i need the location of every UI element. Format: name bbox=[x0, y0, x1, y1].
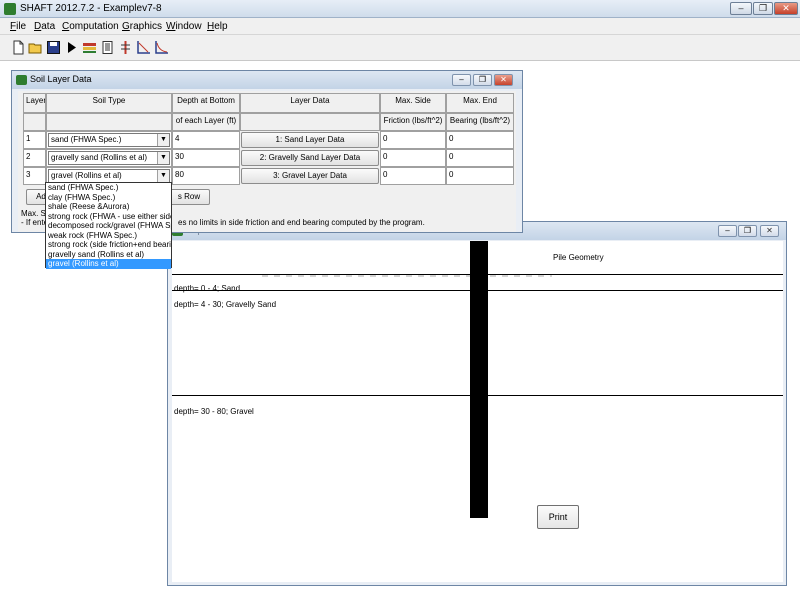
menu-computation[interactable]: Computation bbox=[62, 21, 119, 32]
soil-type-dropdown-list[interactable]: sand (FHWA Spec.) clay (FHWA Spec.) shal… bbox=[45, 182, 172, 269]
row1-layer: 1 bbox=[23, 131, 46, 149]
option-gravelly-sand[interactable]: gravelly sand (Rollins et al) bbox=[46, 250, 171, 260]
layer-label-gravel: depth= 30 - 80; Gravel bbox=[174, 407, 254, 416]
header-side-2: Friction (lbs/ft^2) bbox=[380, 113, 446, 131]
drilled-shaft bbox=[470, 241, 488, 518]
soil-window-icon bbox=[16, 75, 27, 85]
sand-layer-data-button[interactable]: 1: Sand Layer Data bbox=[241, 132, 379, 148]
row3-soil-type-select[interactable]: gravel (Rollins et al) ▼ bbox=[48, 169, 170, 183]
row3-layer: 3 bbox=[23, 167, 46, 185]
header-side-1: Max. Side bbox=[380, 93, 446, 113]
plot-title: Pile Geometry bbox=[553, 253, 604, 262]
menu-graphics[interactable]: Graphics bbox=[122, 21, 162, 32]
toolbar bbox=[0, 35, 800, 61]
soil-window-titlebar[interactable]: Soil Layer Data – ❐ ✕ bbox=[12, 71, 522, 89]
row2-layer: 2 bbox=[23, 149, 46, 167]
note-max-side: Max. S bbox=[21, 209, 46, 218]
depth-restore-button[interactable]: ❐ bbox=[738, 225, 757, 237]
option-strong-rock-side[interactable]: strong rock (side friction+end bearing bbox=[46, 240, 171, 250]
chevron-down-icon[interactable]: ▼ bbox=[157, 134, 169, 146]
soil-minimize-button[interactable]: – bbox=[452, 74, 471, 86]
curve-icon[interactable] bbox=[153, 39, 170, 56]
header-layer: Layer bbox=[23, 93, 46, 113]
header-depth-2: of each Layer (ft) bbox=[172, 113, 240, 131]
depth-close-button[interactable]: ✕ bbox=[760, 225, 779, 237]
option-shale[interactable]: shale (Reese &Aurora) bbox=[46, 202, 171, 212]
row2-side-friction[interactable]: 0 bbox=[380, 149, 446, 167]
option-weak-rock[interactable]: weak rock (FHWA Spec.) bbox=[46, 231, 171, 241]
option-clay-fhwa[interactable]: clay (FHWA Spec.) bbox=[46, 193, 171, 203]
depth-minimize-button[interactable]: – bbox=[718, 225, 737, 237]
minimize-button[interactable]: – bbox=[730, 2, 752, 15]
header-depth-1: Depth at Bottom bbox=[172, 93, 240, 113]
restore-button[interactable]: ❐ bbox=[753, 2, 773, 15]
menu-window[interactable]: Window bbox=[166, 21, 202, 32]
print-button[interactable]: Print bbox=[537, 505, 579, 529]
note-limits: es no limits in side friction and end be… bbox=[178, 218, 425, 227]
menu-file-rest: ile bbox=[16, 21, 27, 32]
open-folder-icon[interactable] bbox=[27, 39, 44, 56]
close-button[interactable]: ✕ bbox=[774, 2, 798, 15]
header-soil-type: Soil Type bbox=[46, 93, 172, 113]
option-decomposed-rock[interactable]: decomposed rock/gravel (FHWA Sp bbox=[46, 221, 171, 231]
row1-side-friction[interactable]: 0 bbox=[380, 131, 446, 149]
header-soil-type-blank bbox=[46, 113, 172, 131]
menu-bar: File Data Computation Graphics Window He… bbox=[0, 18, 800, 35]
chevron-down-icon[interactable]: ▼ bbox=[157, 170, 169, 182]
row1-depth[interactable]: 4 bbox=[172, 131, 240, 149]
gravelly-sand-layer-data-button[interactable]: 2: Gravelly Sand Layer Data bbox=[241, 150, 379, 166]
layer-label-gravelly-sand: depth= 4 - 30; Gravelly Sand bbox=[174, 300, 277, 309]
depth-window[interactable]: Depth Ge – ❐ ✕ Pile Geometry depth= 0 - … bbox=[167, 221, 787, 586]
soil-restore-button[interactable]: ❐ bbox=[473, 74, 492, 86]
save-icon[interactable] bbox=[45, 39, 62, 56]
load-icon[interactable] bbox=[117, 39, 134, 56]
header-layer-data: Layer Data bbox=[240, 93, 380, 113]
gravel-layer-data-button[interactable]: 3: Gravel Layer Data bbox=[241, 168, 379, 184]
app-title: SHAFT 2012.7.2 - Examplev7-8 bbox=[20, 3, 162, 14]
graph-icon[interactable] bbox=[135, 39, 152, 56]
header-layer-blank bbox=[23, 113, 46, 131]
row3-side-friction[interactable]: 0 bbox=[380, 167, 446, 185]
soil-close-button[interactable]: ✕ bbox=[494, 74, 513, 86]
pile-geometry-plot: Pile Geometry depth= 0 - 4; Sand depth= … bbox=[172, 241, 783, 582]
app-titlebar: SHAFT 2012.7.2 - Examplev7-8 – ❐ ✕ bbox=[0, 0, 800, 18]
option-sand-fhwa[interactable]: sand (FHWA Spec.) bbox=[46, 183, 171, 193]
chevron-down-icon[interactable]: ▼ bbox=[157, 152, 169, 164]
row3-depth[interactable]: 80 bbox=[172, 167, 240, 185]
row3-end-bearing[interactable]: 0 bbox=[446, 167, 514, 185]
layer-label-sand: depth= 0 - 4; Sand bbox=[174, 284, 241, 293]
row2-soil-type-select[interactable]: gravelly sand (Rollins et al) ▼ bbox=[48, 151, 170, 165]
row2-end-bearing[interactable]: 0 bbox=[446, 149, 514, 167]
ground-surface-hatch bbox=[262, 275, 552, 277]
report-icon[interactable] bbox=[99, 39, 116, 56]
shaft-app-icon bbox=[4, 3, 16, 15]
delete-row-button[interactable]: s Row bbox=[168, 189, 210, 205]
header-layer-data-blank bbox=[240, 113, 380, 131]
new-file-icon[interactable] bbox=[10, 39, 27, 56]
header-end-2: Bearing (lbs/ft^2) bbox=[446, 113, 514, 131]
row1-soil-type-select[interactable]: sand (FHWA Spec.) ▼ bbox=[48, 133, 170, 147]
option-strong-rock-fhwa[interactable]: strong rock (FHWA - use either side bbox=[46, 212, 171, 222]
row1-end-bearing[interactable]: 0 bbox=[446, 131, 514, 149]
menu-help[interactable]: Help bbox=[207, 21, 228, 32]
run-icon[interactable] bbox=[63, 39, 80, 56]
header-end-1: Max. End bbox=[446, 93, 514, 113]
menu-data[interactable]: Data bbox=[34, 21, 55, 32]
option-gravel[interactable]: gravel (Rollins et al) bbox=[46, 259, 171, 269]
soil-window-title: Soil Layer Data bbox=[30, 74, 92, 84]
menu-file[interactable]: File bbox=[10, 21, 26, 32]
row2-depth[interactable]: 30 bbox=[172, 149, 240, 167]
soil-layers-icon[interactable] bbox=[81, 39, 98, 56]
